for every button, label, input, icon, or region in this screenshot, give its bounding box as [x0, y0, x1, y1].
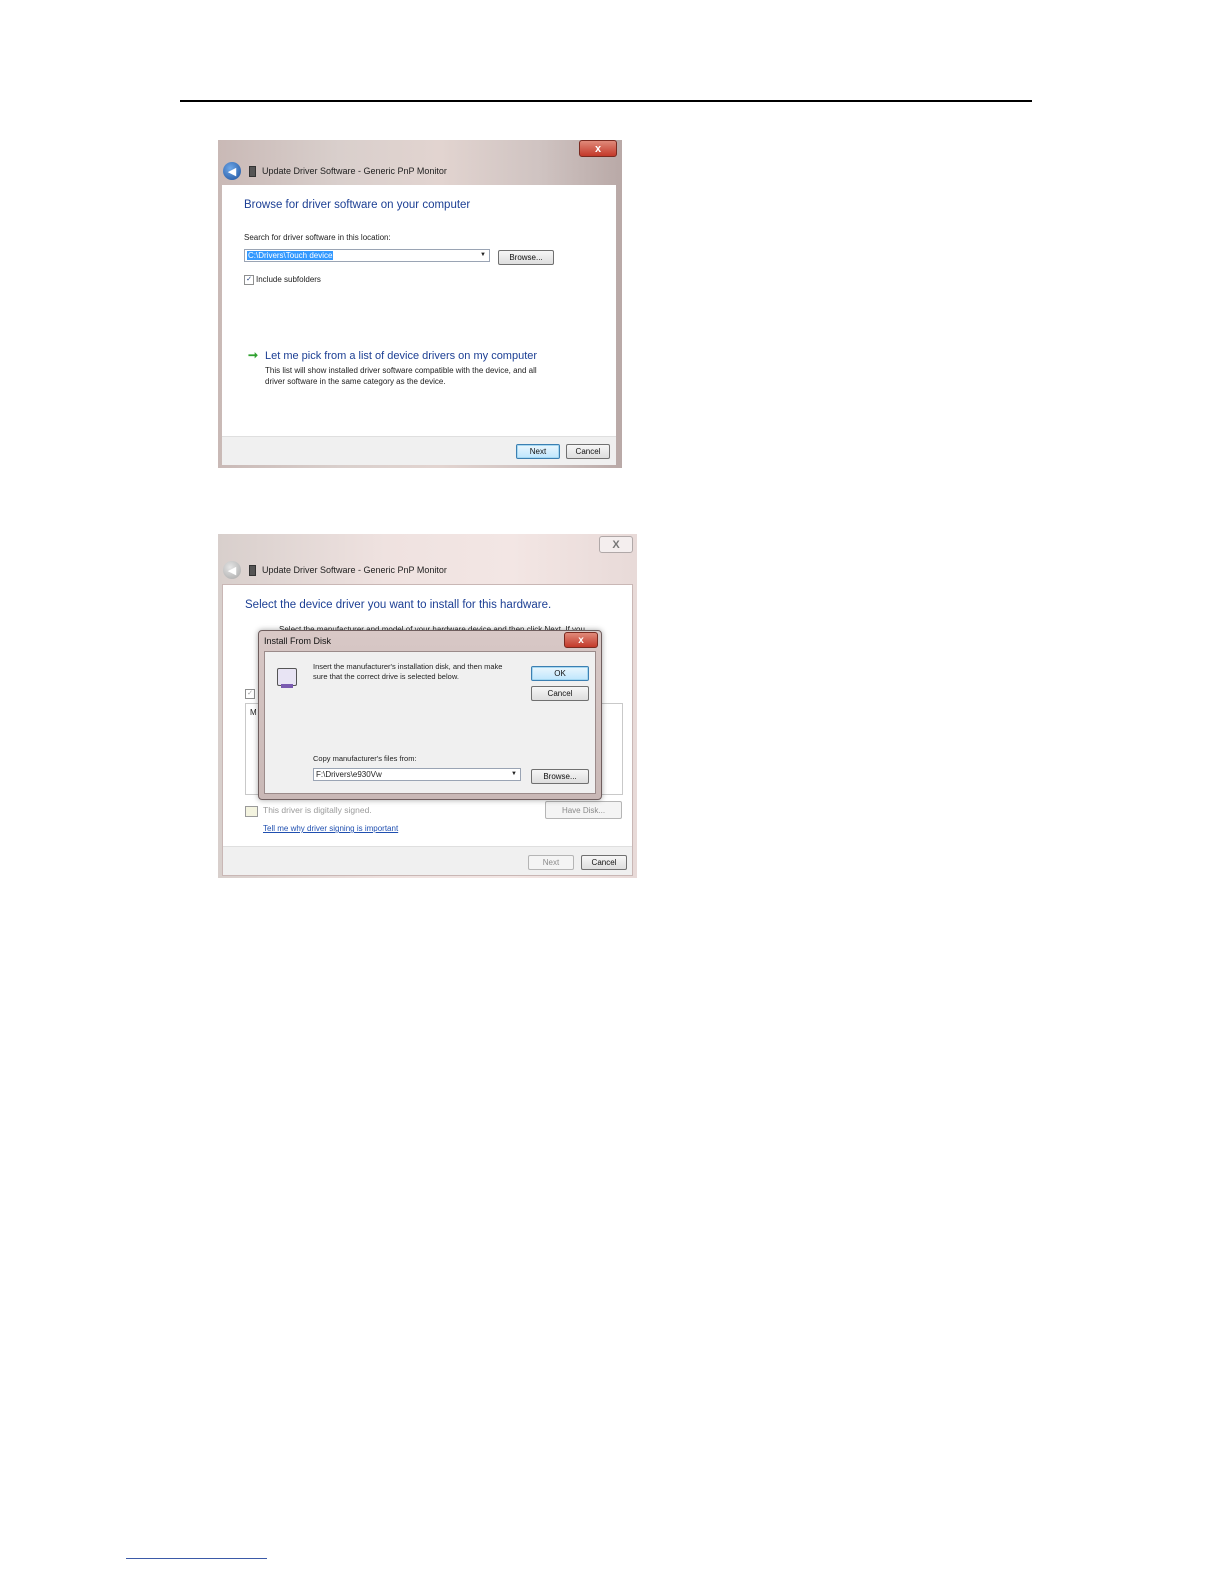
screenshot-browse-driver: x ◀ Update Driver Software - Generic PnP…: [218, 140, 622, 468]
close-icon: X: [612, 538, 620, 551]
ok-button[interactable]: OK: [531, 666, 589, 681]
dialog-message-line1: Insert the manufacturer's installation d…: [313, 662, 503, 671]
device-icon: [249, 564, 256, 576]
driver-signing-link[interactable]: Tell me why driver signing is important: [263, 824, 398, 833]
include-subfolders-label: Include subfolders: [256, 275, 321, 284]
close-icon: x: [594, 142, 602, 155]
page-heading: Select the device driver you want to ins…: [245, 599, 552, 611]
device-icon: [249, 165, 256, 177]
have-disk-button[interactable]: Have Disk...: [545, 801, 622, 819]
signed-text: This driver is digitally signed.: [263, 805, 372, 815]
window-title: Update Driver Software - Generic PnP Mon…: [262, 166, 447, 176]
compatible-hardware-checkbox[interactable]: ✓: [245, 689, 255, 699]
pick-description-line1: This list will show installed driver sof…: [265, 366, 537, 375]
certificate-icon: [245, 806, 258, 817]
browse-button[interactable]: Browse...: [498, 250, 554, 265]
close-button[interactable]: x: [579, 140, 617, 157]
list-header: M: [250, 708, 257, 717]
copy-from-label: Copy manufacturer's files from:: [313, 754, 417, 763]
title-bar: ◀ Update Driver Software - Generic PnP M…: [218, 157, 622, 185]
chevron-down-icon[interactable]: ▼: [511, 769, 517, 780]
pick-description-line2: driver software in the same category as …: [265, 377, 446, 386]
back-arrow-icon: ◀: [227, 165, 237, 178]
driver-path-value: C:\Drivers\Touch device: [247, 251, 334, 260]
close-button[interactable]: X: [599, 536, 633, 553]
include-subfolders-checkbox[interactable]: ✓: [244, 275, 254, 285]
checkmark-icon: ✓: [247, 690, 253, 697]
title-bar: ◀ Update Driver Software - Generic PnP M…: [218, 556, 637, 584]
dialog-body: Insert the manufacturer's installation d…: [264, 651, 596, 794]
next-button[interactable]: Next: [528, 855, 574, 870]
close-icon: x: [578, 634, 584, 646]
install-disk-icon: [277, 668, 297, 688]
content-panel: Browse for driver software on your compu…: [222, 185, 616, 465]
window-title: Update Driver Software - Generic PnP Mon…: [262, 565, 447, 575]
dialog-browse-button[interactable]: Browse...: [531, 769, 589, 784]
back-button[interactable]: ◀: [223, 561, 241, 579]
install-from-disk-dialog: Install From Disk x Insert the manufactu…: [258, 630, 602, 800]
copy-from-value: F:\Drivers\e930Vw: [316, 770, 382, 779]
page-heading: Browse for driver software on your compu…: [244, 199, 471, 211]
screenshot-select-driver: X ◀ Update Driver Software - Generic PnP…: [218, 534, 637, 878]
dialog-close-button[interactable]: x: [564, 632, 598, 648]
back-button[interactable]: ◀: [223, 162, 241, 180]
cancel-button[interactable]: Cancel: [566, 444, 610, 459]
header-rule: [180, 100, 1032, 102]
copy-from-combobox[interactable]: F:\Drivers\e930Vw ▼: [313, 768, 521, 781]
cancel-button[interactable]: Cancel: [581, 855, 627, 870]
dialog-cancel-button[interactable]: Cancel: [531, 686, 589, 701]
search-location-label: Search for driver software in this locat…: [244, 233, 391, 242]
arrow-right-icon: ➞: [248, 348, 259, 362]
back-arrow-icon: ◀: [227, 564, 237, 577]
footnote-rule: [126, 1558, 267, 1559]
dialog-message-line2: sure that the correct drive is selected …: [313, 672, 459, 681]
next-button[interactable]: Next: [516, 444, 560, 459]
driver-path-combobox[interactable]: C:\Drivers\Touch device ▼: [244, 249, 490, 262]
pick-from-list-link[interactable]: Let me pick from a list of device driver…: [265, 350, 537, 362]
checkmark-icon: ✓: [246, 276, 252, 283]
chevron-down-icon[interactable]: ▼: [480, 250, 486, 261]
dialog-title: Install From Disk: [264, 636, 332, 646]
